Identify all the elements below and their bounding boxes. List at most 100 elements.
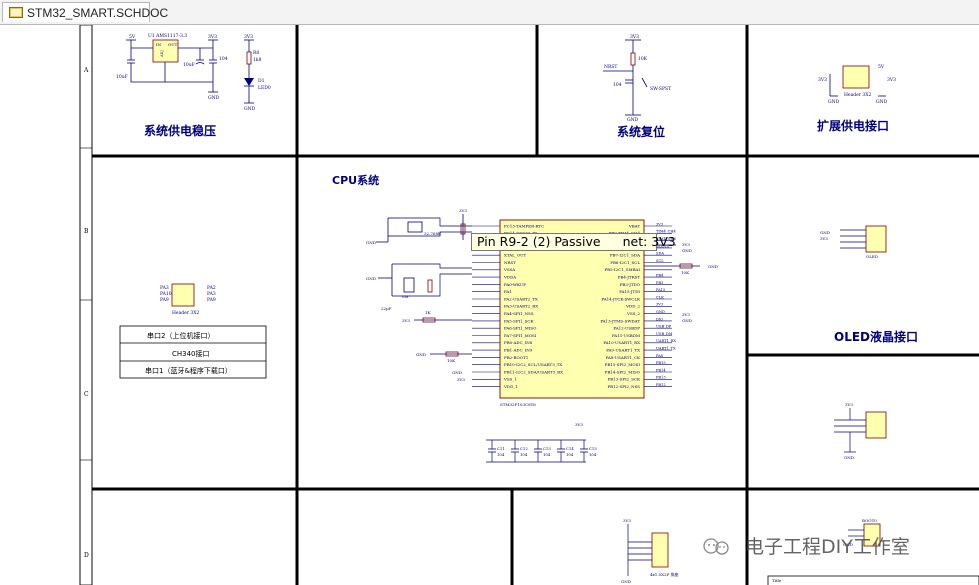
svg-text:3V3: 3V3 xyxy=(845,402,853,407)
expansion-power-circuit: 3V3 5V 3V3 Header 3X2 GND GND xyxy=(818,64,896,105)
power-regulator-circuit: 5V U1 AMS1117-3.3 IN OUT ADJ 3V3 10uF 10… xyxy=(116,33,271,112)
sheet-border: A B C D xyxy=(79,25,93,585)
mcu-right-net-label: PB15 xyxy=(656,361,666,365)
svg-text:3V3: 3V3 xyxy=(818,77,827,83)
mcu-right-pin-label: VSS_2 xyxy=(626,311,640,316)
mcu-right-net-label: SDA xyxy=(656,252,664,256)
svg-text:GND: GND xyxy=(828,99,840,105)
mcu-right-net-label: UART1_TX xyxy=(656,347,676,351)
mcu-right-pin-label: PA11-USBDM xyxy=(612,333,640,338)
watermark-text: 电子工程DIY工作室 xyxy=(745,536,910,558)
mcu-right-pin-label: PB12-SPI2_NSS xyxy=(607,384,640,389)
svg-text:PA3: PA3 xyxy=(207,291,216,297)
mcu-right-net-label: PA8 xyxy=(656,354,664,358)
mcu-left-pin-label: VDD_1 xyxy=(503,384,518,389)
svg-text:PA2: PA2 xyxy=(207,285,216,291)
mcu-left-pin-label: NRST xyxy=(504,260,516,265)
mcu-right-pin-label: PB4-JTRST xyxy=(618,275,641,280)
decoupling-cap-value: 104 xyxy=(589,452,597,457)
svg-text:3V3: 3V3 xyxy=(575,422,583,427)
mcu-right-net-label: USB_DP xyxy=(656,325,672,329)
svg-text:3V3: 3V3 xyxy=(208,34,217,40)
zone-label-b: B xyxy=(84,228,89,235)
mcu-right-net-label: DIO xyxy=(656,317,663,321)
mcu-right-pin-label: PA15-JTDI xyxy=(619,289,640,294)
svg-text:5V: 5V xyxy=(878,64,885,70)
mcu-left-pin-label: PA4-SPI1_NSS xyxy=(504,311,534,316)
mcu-left-pin-label: PA7-SPI1_MOSI xyxy=(504,333,537,338)
svg-text:3V3: 3V3 xyxy=(457,377,465,382)
svg-text:PA9: PA9 xyxy=(160,297,169,303)
decoupling-cap-ref: C12 xyxy=(520,446,528,451)
document-tab-title: STM32_SMART.SCHDOC xyxy=(27,6,169,20)
svg-text:8M: 8M xyxy=(402,294,409,299)
svg-text:Header 3X2: Header 3X2 xyxy=(844,92,871,98)
decoupling-cap-value: 104 xyxy=(520,452,528,457)
svg-text:3V3: 3V3 xyxy=(820,236,828,241)
svg-text:GND: GND xyxy=(844,455,854,460)
mcu-right-net-label: PB12 xyxy=(656,383,666,387)
svg-text:GND: GND xyxy=(416,352,426,357)
svg-text:10uF: 10uF xyxy=(183,62,195,68)
svg-text:BOOT0: BOOT0 xyxy=(862,518,877,523)
zone-label-a: A xyxy=(83,67,89,74)
svg-text:OLED: OLED xyxy=(866,254,878,259)
mcu-right-net-label: CLK xyxy=(656,295,664,299)
svg-text:3V3: 3V3 xyxy=(402,318,410,323)
svg-text:5V: 5V xyxy=(129,34,136,40)
svg-text:22pF: 22pF xyxy=(381,306,392,311)
mcu-left-pin-label: PB11-I2C2_SDA/USART3_RX xyxy=(504,369,563,374)
mcu-right-net-label: PB13 xyxy=(656,376,666,380)
uart-interface-box: 串口2（上位机接口） CH340接口 串口1（蓝牙&程序下载口） xyxy=(119,325,267,379)
mcu-right-net-label: PA15 xyxy=(656,288,666,292)
schematic-document-icon xyxy=(9,7,23,18)
mcu-left-pin-label: PB0-ADC_IN8 xyxy=(504,340,533,345)
svg-text:NRST: NRST xyxy=(604,64,617,70)
svg-text:3V3: 3V3 xyxy=(887,77,896,83)
svg-text:GND: GND xyxy=(621,579,631,584)
svg-text:104: 104 xyxy=(219,56,228,62)
svg-text:PA9: PA9 xyxy=(207,297,216,303)
decoupling-cap-value: 104 xyxy=(497,452,505,457)
mcu-right-pin-label: PA9-USART1_TX xyxy=(606,348,640,353)
svg-text:3V3: 3V3 xyxy=(682,242,690,247)
uart-header: PA3 PA10 PA9 PA2 PA3 PA9 Header 3X2 xyxy=(160,283,216,316)
pin-tooltip: Pin R9-2 (2) Passive net: 3V3 xyxy=(471,233,676,251)
svg-text:GND: GND xyxy=(708,264,718,269)
decoupling-capacitors: 3V3 C11104C12104C13104C14104C15104 xyxy=(486,422,597,463)
svg-text:104: 104 xyxy=(613,82,622,88)
mcu-part-name: STM32F103C8T6 xyxy=(500,402,536,407)
document-tab[interactable]: STM32_SMART.SCHDOC xyxy=(2,2,168,22)
decoupling-cap-value: 104 xyxy=(566,452,574,457)
svg-text:GND: GND xyxy=(366,240,376,245)
decoupling-cap-ref: C11 xyxy=(497,446,505,451)
svg-text:GND: GND xyxy=(682,318,692,323)
title-block-title: Title xyxy=(772,578,782,583)
mcu-right-pin-label: PA8-USART1_CK xyxy=(606,355,641,360)
mcu-right-net-label: USB_DM xyxy=(656,332,673,336)
tooltip-pin: Pin R9-2 (2) Passive xyxy=(477,234,601,249)
svg-text:LED0: LED0 xyxy=(258,85,271,91)
title-block: Title xyxy=(767,575,979,585)
decoupling-cap-ref: C13 xyxy=(543,446,551,451)
svg-text:IN: IN xyxy=(156,42,162,47)
svg-text:GND: GND xyxy=(682,248,692,253)
mcu-left-pin-label: VSS_1 xyxy=(503,377,517,382)
mcu-left-pin-label: PA1 xyxy=(504,289,512,294)
svg-text:GND: GND xyxy=(366,276,376,281)
mcu-left-pin-label: PA6-SPI1_MISO xyxy=(504,326,537,331)
mcu-left-pin-label: PA0-WKUP xyxy=(504,282,526,287)
schematic-canvas[interactable]: A B C D 5V U1 AMS1117-3.3 IN OUT ADJ 3V3… xyxy=(0,25,979,585)
decoupling-cap-ref: C15 xyxy=(589,446,597,451)
svg-text:3V3: 3V3 xyxy=(630,34,639,40)
mcu-right-pin-label: VDD_2 xyxy=(625,304,640,309)
svg-text:1k8: 1k8 xyxy=(253,57,262,63)
mcu-right-net-label: 3V3 xyxy=(656,303,664,307)
svg-text:10K: 10K xyxy=(447,358,456,363)
mcu-right-net-label: UART1_RX xyxy=(656,339,676,343)
oled-connector: GND 3V3 OLED xyxy=(820,225,887,259)
svg-text:GND: GND xyxy=(820,230,830,235)
svg-text:3V3: 3V3 xyxy=(682,312,690,317)
uart-box-row1: 串口2（上位机接口） xyxy=(147,331,214,340)
mcu-left-pin-label: PC13-TAMPER-RTC xyxy=(504,223,544,228)
